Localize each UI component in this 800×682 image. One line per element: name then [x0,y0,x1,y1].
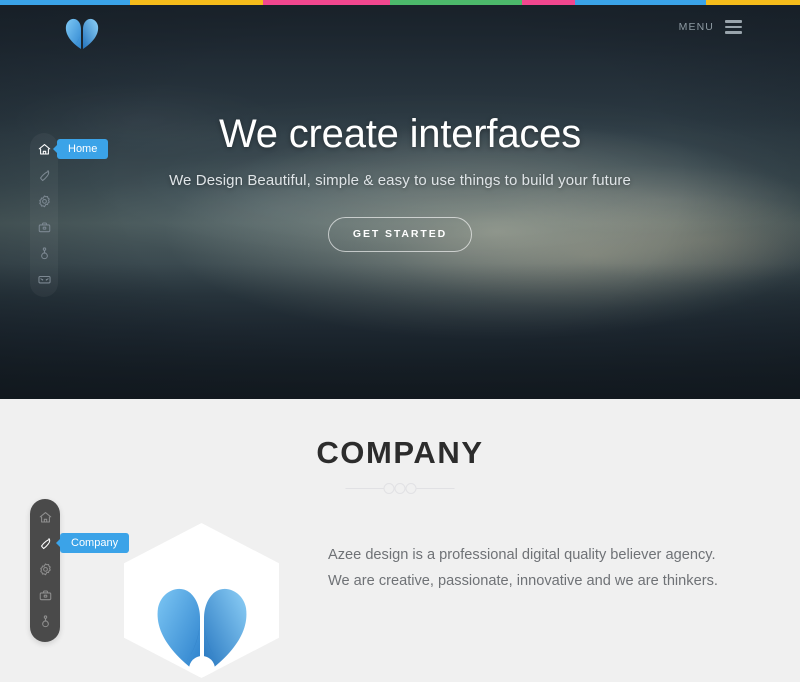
hero-side-nav: Home [30,133,109,297]
briefcase-icon [38,588,53,603]
color-bar-segment-5 [522,0,575,5]
sidenav-tooltip: Company [60,533,130,553]
azee-logo[interactable] [62,15,102,51]
sidenav-item-team[interactable] [33,244,55,262]
flask-icon [38,614,53,629]
hamburger-icon[interactable] [725,20,742,34]
hero-title: We create interfaces [218,111,582,156]
sidenav-item-portfolio[interactable] [33,218,55,236]
hero-subtitle: We Design Beautiful, simple & easy to us… [169,171,631,189]
home-icon [38,510,53,525]
divider-circle-3 [405,483,417,494]
sidenav-item-contact[interactable] [33,270,55,288]
color-bar-segment-2 [130,0,263,5]
top-color-bar [0,0,800,5]
sidenav-item-services[interactable] [34,560,56,578]
sidenav-tooltip: Home [57,139,109,159]
page-title: COMPANY [316,435,484,470]
divider-circle-1 [383,483,395,494]
company-paragraph: Azee design is a professional digital qu… [328,547,718,589]
pen-icon [37,168,52,183]
briefcase-icon [37,220,52,235]
divider-line-right [416,488,455,489]
color-bar-segment-3 [263,0,390,5]
get-started-button[interactable]: GET STARTED [327,216,473,252]
hero-content: We create interfaces We Design Beautiful… [0,0,800,399]
azee-hex-logo [147,577,257,678]
menu-toggle[interactable]: MENU [679,20,742,34]
color-bar-segment-7 [706,0,800,5]
divider-line-left [345,488,384,489]
gear-icon [38,562,53,577]
menu-label: MENU [678,20,714,33]
company-side-nav: Company [30,499,130,642]
site-header: MENU [0,5,800,55]
divider-circle-2 [394,483,406,494]
sidenav-item-home[interactable]: Home [33,139,109,159]
home-icon [37,142,52,157]
section-divider [345,483,455,494]
color-bar-segment-6 [575,0,706,5]
pen-icon [38,536,53,551]
envelope-icon [37,272,52,287]
sidenav-item-team[interactable] [34,612,56,630]
sidenav-item-services[interactable] [33,192,55,210]
color-bar-segment-4 [390,0,522,5]
flask-icon [37,246,52,261]
sidenav-item-company[interactable] [33,166,55,184]
color-bar-segment-1 [0,0,130,5]
sidenav-item-company[interactable]: Company [34,533,130,553]
sidenav-item-home[interactable] [34,508,56,526]
gear-icon [37,194,52,209]
sidenav-item-portfolio[interactable] [34,586,56,604]
